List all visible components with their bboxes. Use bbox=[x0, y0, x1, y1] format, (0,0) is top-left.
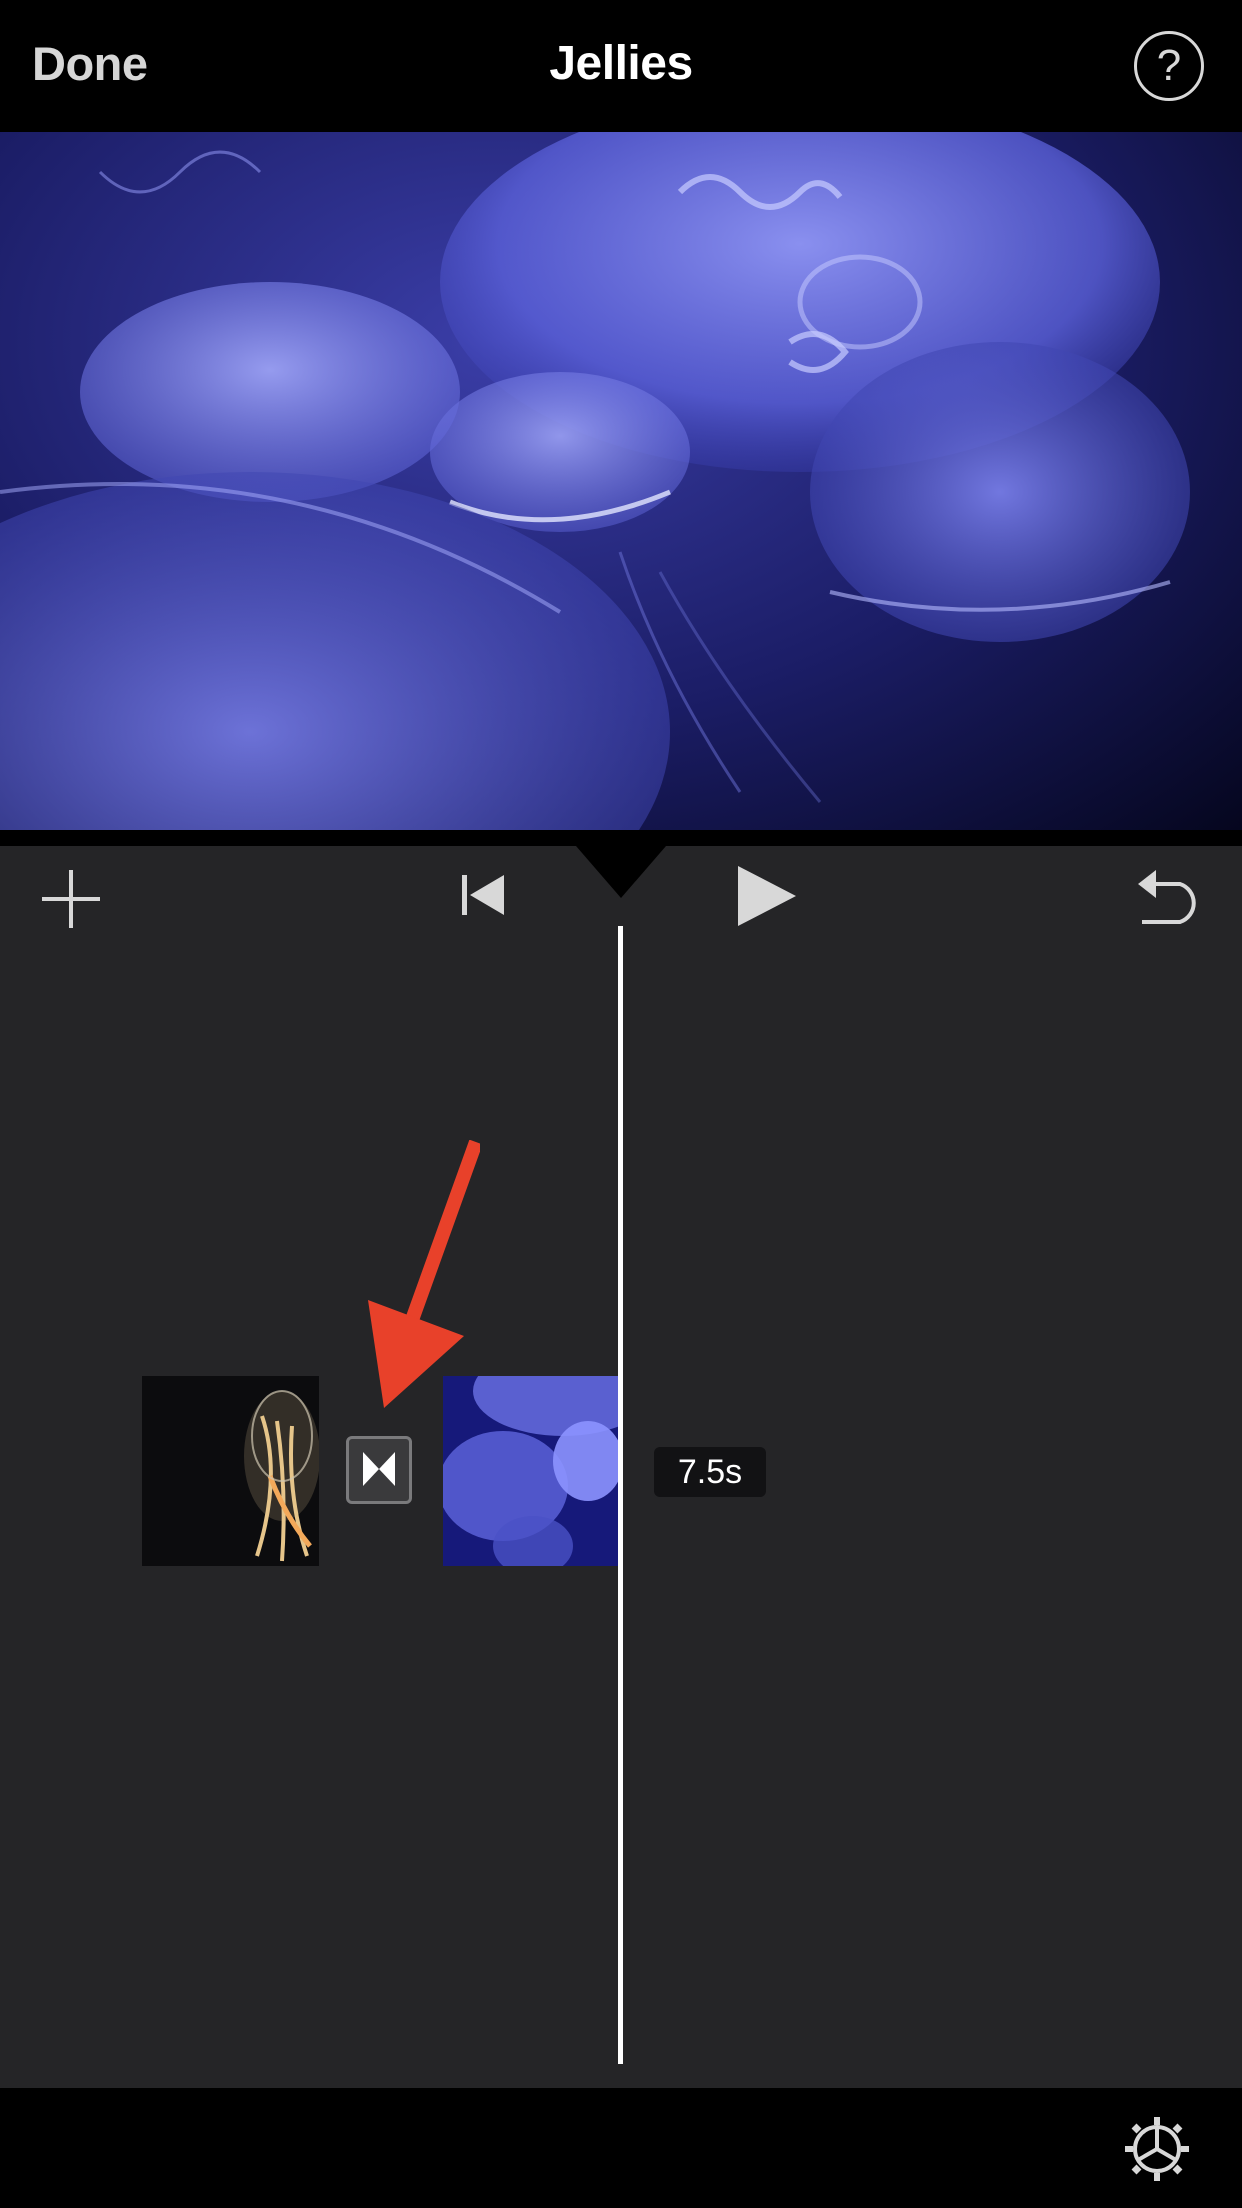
undo-icon[interactable] bbox=[1136, 864, 1204, 924]
skip-to-start-icon[interactable] bbox=[460, 872, 506, 918]
comb-jelly-thumbnail bbox=[142, 1376, 319, 1566]
annotation-arrow bbox=[368, 1140, 480, 1408]
help-button[interactable]: ? bbox=[1134, 31, 1204, 101]
top-bar: Done Jellies ? bbox=[0, 0, 1242, 132]
playhead-line[interactable] bbox=[618, 926, 623, 2064]
play-icon[interactable] bbox=[736, 864, 798, 928]
duration-label: 7.5s bbox=[654, 1447, 766, 1497]
transition-button[interactable] bbox=[346, 1436, 412, 1504]
project-title: Jellies bbox=[549, 37, 693, 90]
transition-icon bbox=[363, 1452, 395, 1486]
comb-jelly-clip[interactable] bbox=[142, 1376, 319, 1566]
gear-icon[interactable] bbox=[1124, 2116, 1190, 2182]
viewer-divider bbox=[0, 830, 1242, 846]
video-preview[interactable] bbox=[0, 132, 1242, 830]
jellyfish-preview-image bbox=[0, 132, 1190, 830]
plus-icon[interactable] bbox=[40, 868, 102, 930]
bottom-bar bbox=[0, 2088, 1242, 2208]
